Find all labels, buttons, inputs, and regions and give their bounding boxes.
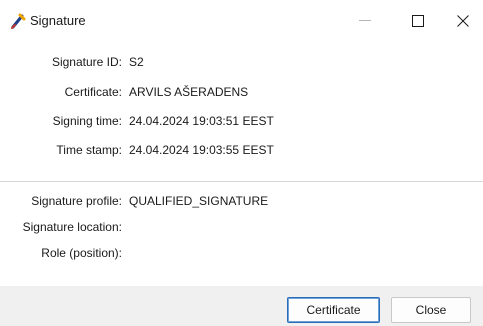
- certificate-label: Certificate:: [64, 85, 122, 99]
- signature-location-label: Signature location:: [22, 220, 122, 234]
- signature-profile-label: Signature profile:: [31, 194, 122, 208]
- maximize-icon: [412, 15, 424, 27]
- signature-app-icon: [9, 12, 27, 30]
- time-stamp-label: Time stamp:: [56, 143, 122, 157]
- maximize-button[interactable]: [398, 4, 438, 38]
- signing-time-label: Signing time:: [52, 114, 122, 128]
- certificate-button[interactable]: Certificate: [287, 297, 380, 323]
- signature-profile-value: QUALIFIED_SIGNATURE: [129, 194, 269, 208]
- signature-id-label: Signature ID:: [51, 55, 122, 69]
- close-window-button[interactable]: [443, 4, 483, 38]
- close-button[interactable]: Close: [391, 297, 471, 323]
- signature-id-value: S2: [129, 55, 144, 69]
- title-bar: Signature: [0, 0, 483, 40]
- section-divider: [0, 181, 483, 182]
- role-label: Role (position):: [41, 246, 122, 260]
- signing-time-value: 24.04.2024 19:03:51 EEST: [129, 114, 274, 128]
- close-icon: [457, 15, 469, 27]
- minimize-button[interactable]: [345, 4, 385, 38]
- window-title: Signature: [30, 13, 86, 28]
- time-stamp-value: 24.04.2024 19:03:55 EEST: [129, 143, 274, 157]
- minimize-icon: [359, 20, 371, 22]
- certificate-value: ARVILS AŠERADENS: [129, 85, 249, 99]
